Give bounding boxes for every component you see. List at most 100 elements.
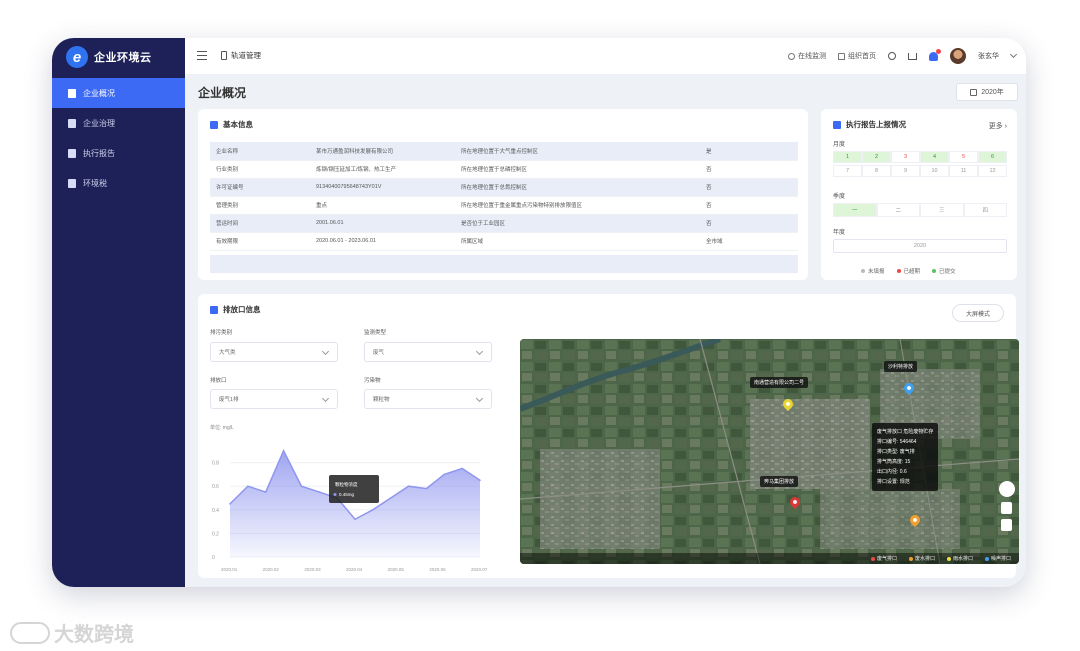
cart-icon[interactable] <box>908 52 917 60</box>
quarter-cell[interactable]: 一 <box>833 203 877 217</box>
map-legend-label: 雨水排口 <box>952 556 973 562</box>
year-picker[interactable]: 2020年 <box>956 83 1018 101</box>
zoom-in-button[interactable] <box>1001 502 1012 514</box>
data-point[interactable] <box>372 509 374 511</box>
data-point[interactable] <box>354 518 356 521</box>
sidebar-item-tax[interactable]: 环境税 <box>52 168 185 198</box>
month-cell[interactable]: 8 <box>862 165 891 177</box>
month-cell[interactable]: 11 <box>949 165 978 177</box>
month-cell[interactable]: 1 <box>833 151 862 163</box>
filter-label-pollutant: 污染物 <box>364 378 381 384</box>
data-point[interactable] <box>443 473 446 476</box>
data-point[interactable] <box>247 485 249 487</box>
table-row: 管理类别 重点 所在地理位置于重金属重点污染物特别排放限值区否 <box>210 196 798 215</box>
hamburger-menu-icon[interactable] <box>197 51 207 60</box>
y-tick-label: 0.2 <box>212 531 219 537</box>
clock-icon <box>788 52 795 60</box>
compass-icon[interactable] <box>999 481 1015 497</box>
data-point[interactable] <box>318 491 321 493</box>
breadcrumb-label[interactable]: 轨道管理 <box>231 50 261 61</box>
month-cell[interactable]: 4 <box>920 151 949 163</box>
table-cell: 是否位于工业园区 <box>455 214 700 233</box>
month-cell[interactable]: 5 <box>949 151 978 163</box>
month-cell[interactable]: 10 <box>920 165 949 177</box>
user-name[interactable]: 张玄华 <box>978 51 999 61</box>
map-terrain <box>520 339 1019 564</box>
table-cell: 否 <box>700 160 798 179</box>
home-link[interactable]: 组织首页 <box>838 51 876 61</box>
data-point[interactable] <box>264 491 267 493</box>
data-point[interactable] <box>425 487 428 490</box>
map-legend-label: 废气排口 <box>876 556 897 562</box>
month-cell[interactable]: 6 <box>978 151 1007 163</box>
table-cell: 所在地理位置于重金属重点污染物特别排放限值区 <box>455 196 700 215</box>
month-cell[interactable]: 2 <box>862 151 891 163</box>
pollutant-select[interactable]: 颗粒物 <box>364 389 492 409</box>
data-point[interactable] <box>300 485 303 487</box>
popup-line: 废气排放口 危险废物贮存 <box>877 429 934 435</box>
month-cell[interactable]: 9 <box>891 165 920 177</box>
quarter-cell[interactable]: 三 <box>920 203 964 217</box>
map-label-1: 南通营造有限公司二号 <box>750 377 809 388</box>
popup-line: 排气筒高度: 15 <box>877 459 911 465</box>
zoom-out-button[interactable] <box>1001 519 1012 531</box>
map-legend-item: 废气排口 <box>870 555 897 562</box>
legend-item: 已超期 <box>896 267 920 275</box>
satellite-map[interactable]: 南通营造有限公司二号 沙利特排放 奔马集团排放 废气排放口 危险废物贮存 排口编号… <box>520 339 1019 564</box>
popup-line: 出口内径: 0.6 <box>877 469 907 475</box>
quarter-cell[interactable]: 二 <box>876 203 920 217</box>
table-row: 行业类别 炼钢/钢压延加工/炼钢、热工生产 所在地理位置于总磷控制区否 <box>210 160 798 179</box>
data-point[interactable] <box>461 467 463 470</box>
year-cell[interactable]: 2020 <box>833 239 1007 253</box>
popup-line: 排口设置: 规范 <box>877 479 910 485</box>
chevron-down-icon[interactable] <box>1009 50 1018 59</box>
home-icon <box>838 52 845 60</box>
outlet-select[interactable]: 废气1排 <box>210 389 338 409</box>
legend-label: 已提交 <box>939 269 956 275</box>
search-icon[interactable] <box>888 52 896 60</box>
chart-icon <box>68 148 76 158</box>
sidebar-item-overview[interactable]: 企业概况 <box>52 78 185 108</box>
table-row: 有效期限 2020.06.01 - 2023.06.01 所属区域 全市域 <box>210 232 798 251</box>
map-info-popup: 废气排放口 危险废物贮存 排口编号: 546464 排口类型: 废气排 排气筒高度: … <box>872 423 939 491</box>
more-label: 更多 <box>988 123 1003 130</box>
avatar[interactable] <box>950 48 966 64</box>
notification-dot <box>936 48 941 54</box>
data-point[interactable] <box>282 450 285 452</box>
report-icon <box>833 120 841 129</box>
online-monitor-label: 在线监测 <box>798 53 826 60</box>
big-screen-button[interactable]: 大屏模式 <box>952 304 1004 322</box>
y-tick-label: 0.8 <box>212 461 219 467</box>
month-cell[interactable]: 3 <box>891 151 920 163</box>
tooltip-box <box>329 475 379 503</box>
x-tick-label: 2020.06 <box>429 567 446 572</box>
x-tick-label: 2020.01 <box>221 567 238 572</box>
data-point[interactable] <box>389 497 392 499</box>
popup-line: 排口编号: 546464 <box>877 439 917 445</box>
page-title: 企业概况 <box>198 86 247 100</box>
data-point[interactable] <box>407 485 410 487</box>
online-monitor-link[interactable]: 在线监测 <box>788 51 826 61</box>
sidebar-item-reports[interactable]: 执行报告 <box>52 138 185 168</box>
data-point[interactable] <box>479 479 481 482</box>
basic-info-card: 基本信息 企业名称 某市万通盈润科技发展有限公司 所在地理位置于大气重点控制区是行业… <box>198 109 808 280</box>
month-row-1: 123456 <box>833 151 1007 163</box>
table-cell: 重点 <box>310 196 455 215</box>
more-link[interactable]: 更多 › <box>989 121 1007 131</box>
category-select[interactable]: 大气类 <box>210 342 338 362</box>
popup-line: 排口类型: 废气排 <box>877 449 915 455</box>
sidebar-item-governance[interactable]: 企业治理 <box>52 108 185 138</box>
chart-tooltip: 颗粒物浓度 0.45mg <box>329 475 379 503</box>
concentration-chart: 0 0.2 0.4 0.6 0.8 2020.01 2020.02 2020.03 2020.0… <box>212 449 488 572</box>
month-cell[interactable]: 12 <box>978 165 1007 177</box>
watermark: 大数跨境 <box>10 618 134 647</box>
month-label: 月度 <box>833 142 846 148</box>
monitor-type-select[interactable]: 废气 <box>364 342 492 362</box>
month-cell[interactable]: 7 <box>833 165 862 177</box>
year-label: 年度 <box>833 230 846 236</box>
report-status-card: 执行报告上报情况 更多 › 月度 123456 7 8 9 10 11 12 季度 一二三… <box>821 109 1017 280</box>
sidebar: e 企业环境云 企业概况 企业治理 执行报告 环境税 <box>52 38 185 587</box>
data-point[interactable] <box>229 503 231 505</box>
bell-icon[interactable] <box>929 48 941 61</box>
quarter-cell[interactable]: 四 <box>963 203 1007 217</box>
